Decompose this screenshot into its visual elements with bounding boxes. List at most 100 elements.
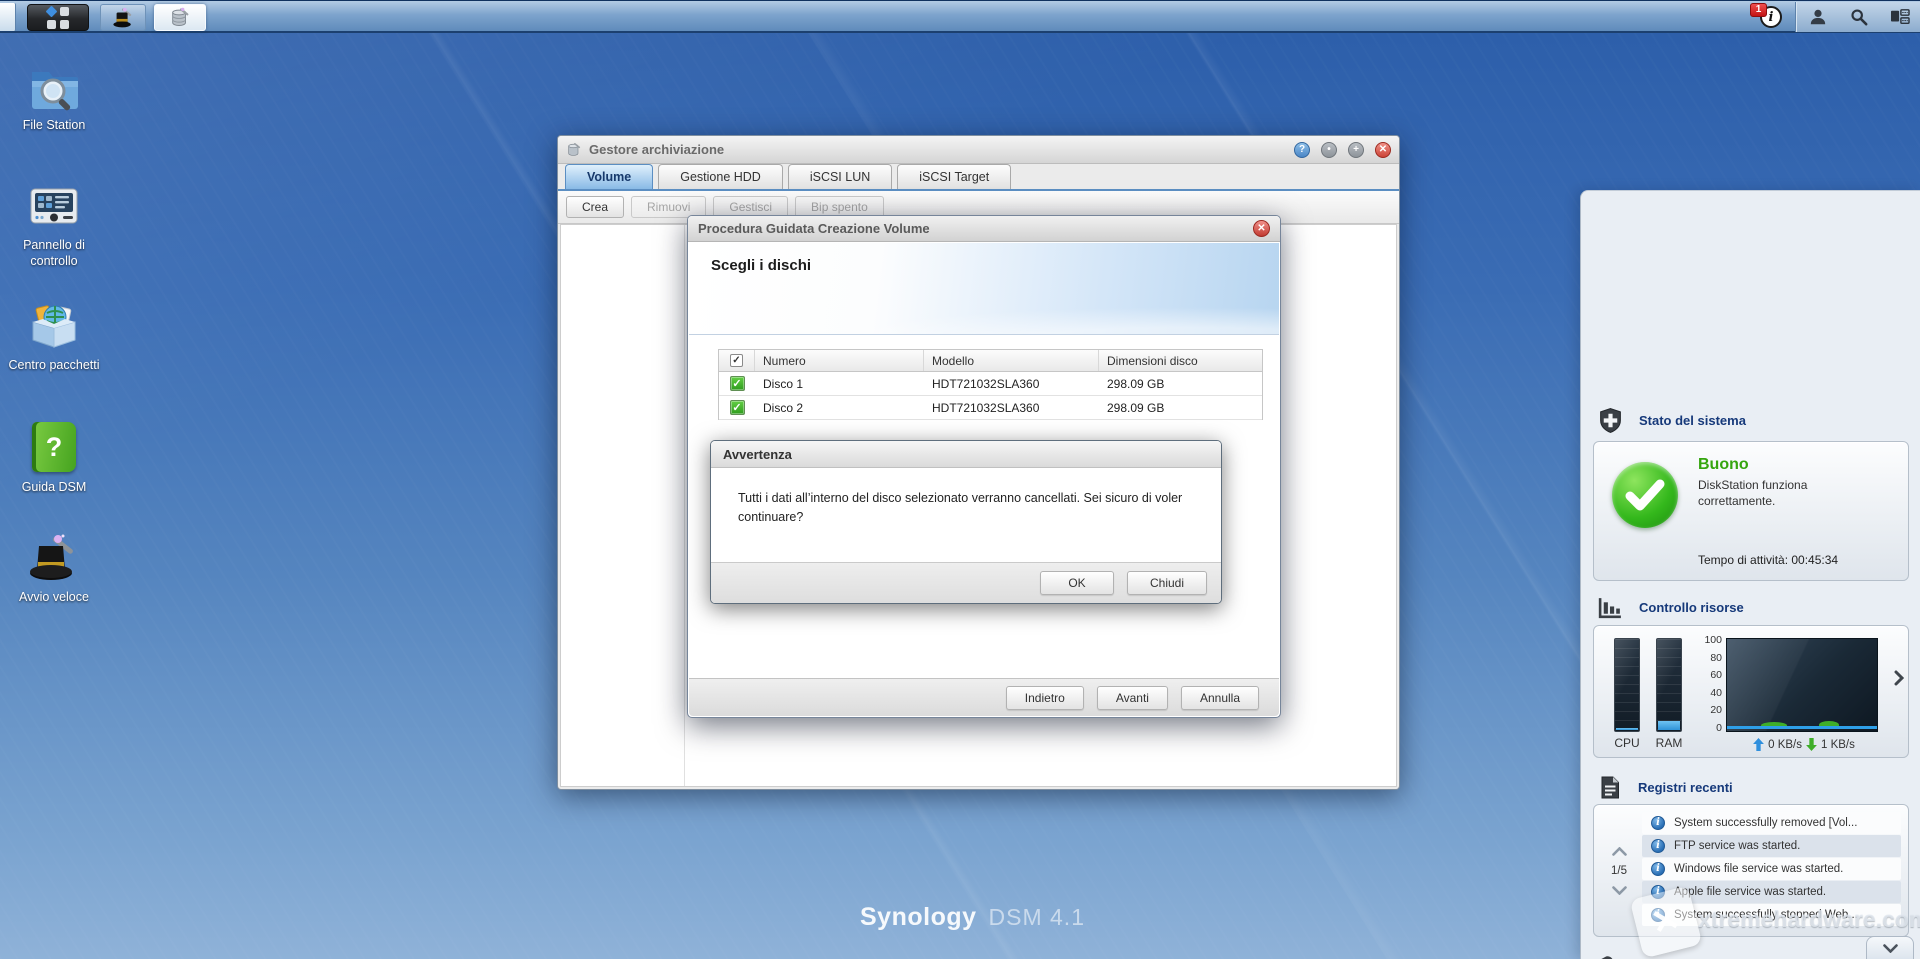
user-menu-button[interactable] [1803, 4, 1833, 30]
log-row[interactable]: iFTP service was started. [1642, 835, 1901, 857]
system-status-card: Buono DiskStation funziona correttamente… [1593, 441, 1909, 581]
wizard-titlebar[interactable]: Procedura Guidata Creazione Volume ✕ [688, 216, 1280, 242]
show-desktop-button[interactable] [0, 3, 16, 31]
desktop-icon-dsm-help[interactable]: ? Guida DSM [4, 420, 104, 496]
cell-modello: HDT721032SLA360 [924, 372, 1099, 395]
logs-page-indicator: 1/5 [1611, 865, 1627, 877]
desktop-icon-file-station[interactable]: File Station [4, 60, 104, 134]
bar-chart-icon [1597, 594, 1624, 621]
storage-manager-window: Gestore archiviazione ? • + ✕ Volume Ges… [557, 135, 1400, 790]
desktop-icon-package-center[interactable]: Centro pacchetti [4, 300, 104, 374]
ram-gauge [1656, 638, 1682, 732]
info-icon: i [1651, 816, 1665, 830]
magic-hat-icon [27, 532, 81, 586]
taskbar-app-quick-start[interactable] [100, 4, 146, 31]
create-button[interactable]: Crea [566, 196, 624, 218]
document-icon [1597, 774, 1623, 801]
window-title: Gestore archiviazione [589, 142, 1283, 157]
desktop-icon-label: Avvio veloce [4, 590, 104, 606]
network-graph [1726, 638, 1878, 732]
cpu-label: CPU [1613, 736, 1641, 750]
page-down-chevron[interactable] [1612, 886, 1627, 895]
wizard-step-title: Scegli i dischi [711, 257, 811, 274]
notifications-button[interactable]: i 1 [1752, 5, 1786, 31]
magic-hat-icon [112, 7, 134, 29]
window-titlebar[interactable]: Gestore archiviazione ? • + ✕ [558, 136, 1399, 164]
pilot-view-icon [1890, 8, 1910, 26]
chiudi-button[interactable]: Chiudi [1127, 571, 1207, 595]
dsm-help-icon: ? [27, 422, 81, 476]
uptime-text: Tempo di attività: 00:45:34 [1698, 553, 1838, 567]
desktop-icon-label: Centro pacchetti [4, 358, 104, 374]
column-header-modello[interactable]: Modello [924, 350, 1099, 371]
window-minimize-button[interactable]: • [1321, 142, 1337, 158]
taskbar-right-cluster [1796, 2, 1920, 32]
file-station-icon [27, 60, 81, 114]
log-row[interactable]: iSystem successfully stopped Web... [1642, 904, 1901, 926]
desktop-icon-label: File Station [4, 118, 104, 134]
next-button[interactable]: Avanti [1097, 686, 1168, 710]
table-row[interactable]: ✓ Disco 1 HDT721032SLA360 298.09 GB [719, 372, 1262, 396]
ok-button[interactable]: OK [1040, 571, 1114, 595]
tab-iscsi-target[interactable]: iSCSI Target [897, 164, 1011, 189]
storage-manager-icon [169, 7, 191, 29]
status-description: DiskStation funziona correttamente. [1698, 478, 1863, 509]
window-help-button[interactable]: ? [1294, 142, 1310, 158]
main-menu-button[interactable] [27, 4, 89, 31]
window-close-button[interactable]: ✕ [1375, 142, 1391, 158]
person-icon [1809, 8, 1827, 26]
taskbar-app-storage-manager[interactable] [154, 4, 206, 31]
log-row[interactable]: iApple file service was started. [1642, 881, 1901, 903]
version-text: DSM 4.1 [989, 904, 1085, 930]
search-icon [1850, 8, 1868, 26]
column-header-dimensioni[interactable]: Dimensioni disco [1099, 350, 1262, 371]
window-maximize-button[interactable]: + [1348, 142, 1364, 158]
upload-rate: 0 KB/s [1768, 739, 1802, 751]
info-icon: i [1651, 862, 1665, 876]
log-row[interactable]: iWindows file service was started. [1642, 858, 1901, 880]
select-all-checkbox[interactable]: ✓ [730, 354, 743, 367]
network-stats: 0 KB/s 1 KB/s [1714, 738, 1894, 751]
taskbar: i 1 [0, 0, 1920, 33]
chevron-down-icon [1883, 944, 1898, 953]
expand-monitor-chevron[interactable] [1894, 670, 1904, 691]
panel-collapse-button[interactable] [1866, 936, 1914, 959]
download-arrow-icon [1806, 738, 1817, 751]
desktop-icon-label: Guida DSM [4, 480, 104, 496]
cell-numero: Disco 1 [755, 372, 924, 395]
status-ok-icon [1612, 462, 1678, 528]
upload-arrow-icon [1753, 738, 1764, 751]
desktop-icon-control-panel[interactable]: Pannello di controllo [4, 180, 104, 269]
tab-gestione-hdd[interactable]: Gestione HDD [658, 164, 783, 189]
brand-text: Synology [860, 903, 977, 931]
tab-iscsi-lun[interactable]: iSCSI LUN [788, 164, 892, 189]
cell-dimensioni: 298.09 GB [1099, 396, 1262, 419]
cancel-button[interactable]: Annulla [1181, 686, 1259, 710]
desktop-icon-quick-start[interactable]: Avvio veloce [4, 532, 104, 606]
log-row[interactable]: iSystem successfully removed [Vol... [1642, 812, 1901, 834]
row-checkbox[interactable]: ✓ [730, 400, 745, 415]
row-checkbox[interactable]: ✓ [730, 376, 745, 391]
pilot-view-button[interactable] [1885, 4, 1915, 30]
search-button[interactable] [1844, 4, 1874, 30]
recent-logs-header: Registri recenti [1597, 774, 1733, 801]
tab-volume[interactable]: Volume [565, 164, 653, 189]
shield-icon [1597, 407, 1624, 434]
page-up-chevron[interactable] [1612, 847, 1627, 856]
cpu-gauge [1614, 638, 1640, 732]
back-button[interactable]: Indietro [1006, 686, 1084, 710]
system-status-header: Stato del sistema [1597, 407, 1746, 434]
download-rate: 1 KB/s [1821, 739, 1855, 751]
chain-link-icon [1597, 954, 1625, 959]
column-header-numero[interactable]: Numero [755, 350, 924, 371]
desktop-icon-label: Pannello di controllo [4, 238, 104, 269]
window-tabs: Volume Gestione HDD iSCSI LUN iSCSI Targ… [558, 164, 1399, 191]
disk-table: ✓ Numero Modello Dimensioni disco ✓ Disc… [718, 349, 1263, 420]
widget-panel: Stato del sistema Buono DiskStation funz… [1580, 190, 1920, 959]
wizard-close-button[interactable]: ✕ [1253, 220, 1270, 237]
info-icon: i [1651, 839, 1665, 853]
table-row[interactable]: ✓ Disco 2 HDT721032SLA360 298.09 GB [719, 396, 1262, 420]
resource-monitor-card[interactable]: CPU RAM 10080 6040 200 0 KB/s 1 KB/s [1593, 625, 1909, 758]
warning-message: Tutti i dati all’interno del disco selez… [711, 468, 1221, 562]
volume-creation-wizard: Procedura Guidata Creazione Volume ✕ Sce… [687, 215, 1281, 718]
